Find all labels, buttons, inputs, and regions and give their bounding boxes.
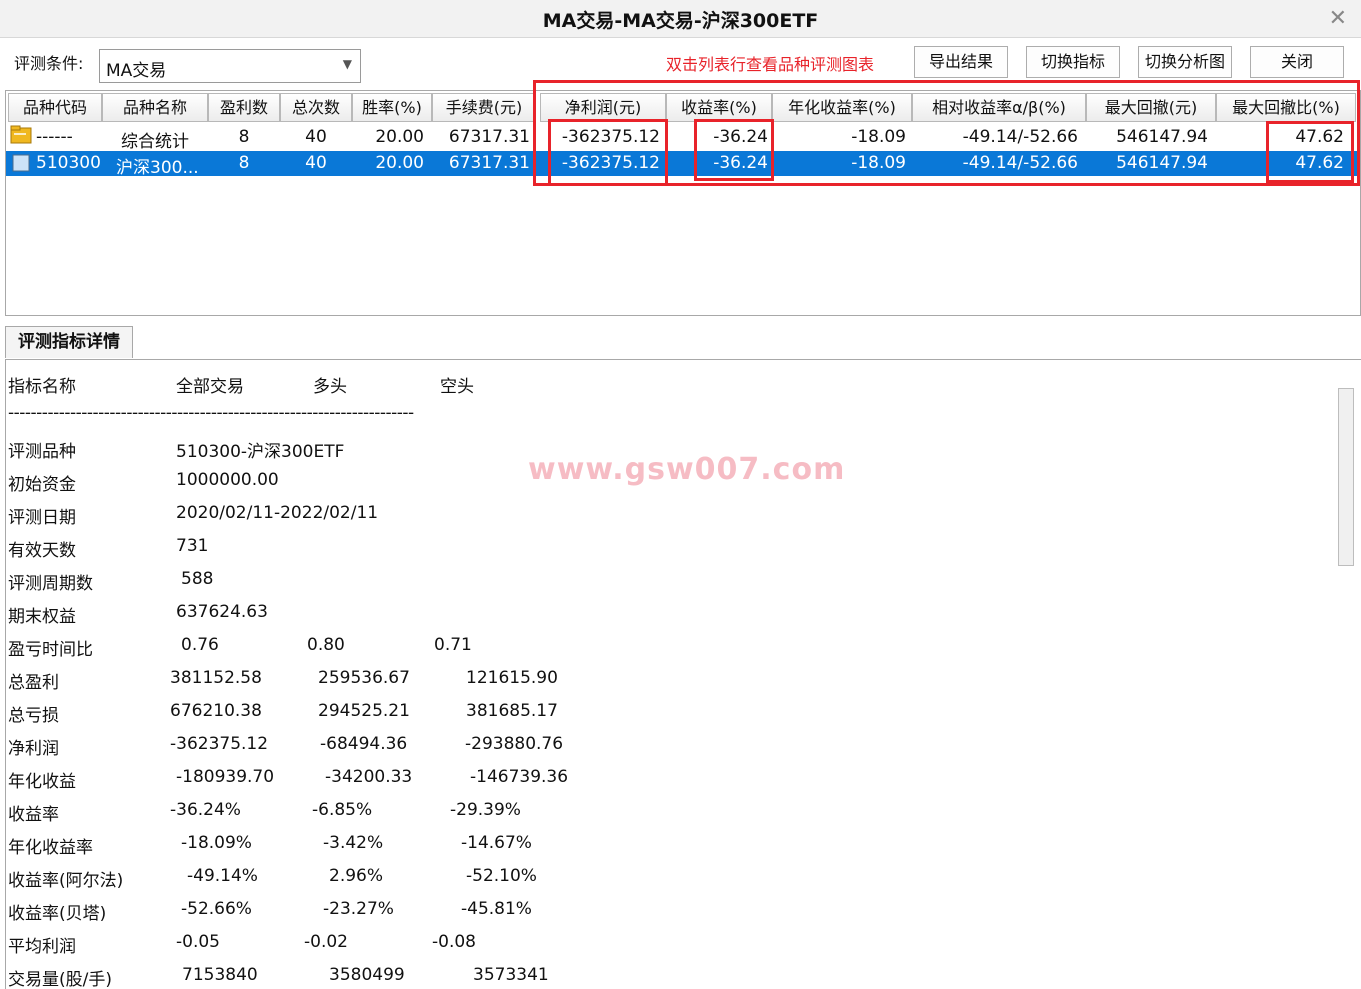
info-label: 期末权益 xyxy=(8,607,76,627)
info-label: 初始资金 xyxy=(8,475,76,495)
folder-icon xyxy=(10,125,32,150)
metric-short: -45.81% xyxy=(461,899,532,919)
metric-short: -0.08 xyxy=(432,932,476,952)
metric-short: -146739.36 xyxy=(470,767,569,787)
metric-long: -3.42% xyxy=(323,833,384,853)
metric-short: 3573341 xyxy=(473,965,549,985)
metric-label: 总亏损 xyxy=(8,706,59,726)
metric-all: -49.14% xyxy=(187,866,258,886)
metric-long: 2.96% xyxy=(329,866,384,886)
switch-indicator-button[interactable]: 切换指标 xyxy=(1026,46,1120,78)
metric-label: 净利润 xyxy=(8,739,59,759)
detail-header-name: 指标名称 xyxy=(8,377,76,397)
metric-all: -52.66% xyxy=(181,899,252,919)
metric-short: -14.67% xyxy=(461,833,532,853)
chevron-down-icon[interactable]: ▼ xyxy=(343,57,352,71)
row-total: 40 xyxy=(305,153,327,173)
info-value: 588 xyxy=(181,569,214,589)
row-rate: 20.00 xyxy=(375,153,424,173)
hint-text: 双击列表行查看品种评测图表 xyxy=(666,55,875,74)
metric-all: -0.05 xyxy=(176,932,220,952)
col-rate-header[interactable]: 胜率(%) xyxy=(352,93,432,122)
tab-detail[interactable]: 评测指标详情 xyxy=(5,326,133,358)
col-fee-header[interactable]: 手续费(元) xyxy=(432,93,536,122)
col-win-header[interactable]: 盈利数 xyxy=(208,93,280,122)
metric-label: 年化收益 xyxy=(8,772,76,792)
metric-long: 294525.21 xyxy=(318,701,410,721)
info-label: 评测日期 xyxy=(8,508,76,528)
metric-all: -18.09% xyxy=(181,833,252,853)
row-fee: 67317.31 xyxy=(448,153,530,173)
document-icon xyxy=(12,154,30,177)
detail-separator: ----------------------------------------… xyxy=(8,403,414,423)
metric-long: 259536.67 xyxy=(318,668,410,688)
metric-short: -52.10% xyxy=(466,866,537,886)
metric-long: -23.27% xyxy=(323,899,394,919)
switch-chart-button[interactable]: 切换分析图 xyxy=(1138,46,1232,78)
col-total-header[interactable]: 总次数 xyxy=(280,93,352,122)
highlight-box-return xyxy=(694,119,774,181)
metric-short: 0.71 xyxy=(434,635,472,655)
info-value: 731 xyxy=(176,536,209,556)
metric-label: 总盈利 xyxy=(8,673,59,693)
row-fee: 67317.31 xyxy=(448,127,530,147)
condition-value: MA交易 xyxy=(106,61,167,81)
row-code: 510300 xyxy=(36,153,101,173)
close-button[interactable]: 关闭 xyxy=(1250,46,1344,78)
metric-long: -34200.33 xyxy=(325,767,413,787)
close-icon[interactable]: ✕ xyxy=(1329,6,1347,31)
metric-label: 收益率 xyxy=(8,805,59,825)
metric-all: -36.24% xyxy=(170,800,241,820)
info-value: 637624.63 xyxy=(176,602,268,622)
metric-all: 381152.58 xyxy=(170,668,262,688)
info-value: 510300-沪深300ETF xyxy=(176,442,345,462)
metric-label: 收益率(阿尔法) xyxy=(8,871,124,891)
detail-scrollbar[interactable] xyxy=(1338,388,1354,566)
info-label: 评测品种 xyxy=(8,442,76,462)
title-bar: MA交易-MA交易-沪深300ETF ✕ xyxy=(0,0,1361,38)
row-win: 8 xyxy=(238,153,250,173)
detail-header-long: 多头 xyxy=(313,377,347,397)
row-rate: 20.00 xyxy=(375,127,424,147)
metric-long: 3580499 xyxy=(329,965,405,985)
metric-long: -6.85% xyxy=(312,800,373,820)
metric-short: -29.39% xyxy=(450,800,521,820)
metric-all: 676210.38 xyxy=(170,701,262,721)
highlight-box-net xyxy=(548,119,668,186)
highlight-box-drawdown-pct xyxy=(1266,121,1354,183)
metric-all: 7153840 xyxy=(182,965,258,985)
metric-all: 0.76 xyxy=(181,635,219,655)
metric-label: 收益率(贝塔) xyxy=(8,904,107,924)
metric-label: 盈亏时间比 xyxy=(8,640,93,660)
col-code-header[interactable]: 品种代码 xyxy=(8,93,102,122)
condition-select[interactable]: MA交易 ▼ xyxy=(99,49,361,83)
metric-label: 年化收益率 xyxy=(8,838,93,858)
metric-all: -362375.12 xyxy=(170,734,269,754)
detail-header-short: 空头 xyxy=(440,377,474,397)
window-title: MA交易-MA交易-沪深300ETF xyxy=(542,10,819,32)
metric-long: 0.80 xyxy=(307,635,345,655)
metric-long: -68494.36 xyxy=(320,734,408,754)
row-name: 综合统计 xyxy=(121,132,189,152)
export-button[interactable]: 导出结果 xyxy=(914,46,1008,78)
row-total: 40 xyxy=(305,127,327,147)
info-value: 1000000.00 xyxy=(176,470,279,490)
info-value: 2020/02/11-2022/02/11 xyxy=(176,503,379,523)
col-name-header[interactable]: 品种名称 xyxy=(102,93,208,122)
detail-header-all: 全部交易 xyxy=(176,377,244,397)
info-label: 有效天数 xyxy=(8,541,76,561)
row-code: ------ xyxy=(36,127,73,147)
row-win: 8 xyxy=(238,127,250,147)
watermark: www.gsw007.com xyxy=(528,452,846,487)
metric-label: 交易量(股/手) xyxy=(8,970,112,989)
metric-short: 121615.90 xyxy=(466,668,558,688)
metric-long: -0.02 xyxy=(304,932,348,952)
metric-short: -293880.76 xyxy=(465,734,564,754)
info-label: 评测周期数 xyxy=(8,574,93,594)
metric-short: 381685.17 xyxy=(466,701,558,721)
metric-label: 平均利润 xyxy=(8,937,76,957)
metric-all: -180939.70 xyxy=(176,767,275,787)
condition-label: 评测条件: xyxy=(14,54,84,73)
row-name: 沪深300... xyxy=(116,158,199,178)
